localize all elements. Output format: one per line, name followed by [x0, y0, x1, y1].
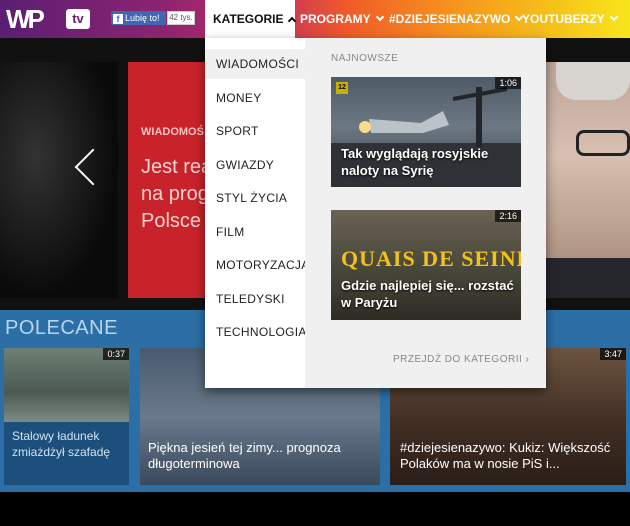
video-caption: Gdzie najlepiej się... rozstać w Paryżu [341, 277, 514, 311]
top-navigation-bar: WP tv f Lubię to! 42 tys. KATEGORIE PROGR… [0, 0, 630, 38]
page-bottom-bar [0, 492, 630, 526]
logo-wp-text: WP [6, 4, 45, 34]
facebook-like-label: Lubię to! [125, 13, 160, 23]
latest-heading: NAJNOWSZE [331, 53, 399, 64]
category-item-sport[interactable]: SPORT [205, 116, 305, 146]
logo-tv-text: tv [66, 9, 90, 29]
nav-dziejesienazywo[interactable]: #DZIEJESIENAZYWO [389, 0, 524, 38]
video-caption: Tak wyglądają rosyjskie naloty na Syrię [341, 145, 488, 179]
category-item-money[interactable]: MONEY [205, 83, 305, 113]
portrait-glasses [576, 130, 630, 156]
video-caption-line: w Paryżu [341, 295, 398, 310]
video-caption-line: Polaków ma w nosie PiS i... [400, 456, 560, 471]
nav-dziejesienazywo-label: #DZIEJESIENAZYWO [389, 12, 511, 26]
category-item-gwiazdy[interactable]: GWIAZDY [205, 150, 305, 180]
recommended-video-card[interactable]: 0:37 Stalowy ładunek zmiażdżył szafadę [4, 348, 129, 485]
category-list: WIADOMOŚCI MONEY SPORT GWIAZDY STYL ŻYCI… [205, 38, 309, 388]
hero-category-tag: WIADOMOŚ [141, 126, 204, 138]
video-caption-line: naloty na Syrię [341, 163, 434, 178]
video-duration: 0:37 [103, 348, 129, 360]
video-caption-line: Tak wyglądają rosyjskie [341, 146, 489, 161]
video-caption: Piękna jesień tej zimy... prognoza długo… [148, 440, 341, 472]
polecane-title: POLECANE [5, 317, 118, 339]
wp-tv-logo[interactable]: WP tv [6, 4, 90, 34]
facebook-like-count: 42 tys. [167, 11, 195, 25]
video-duration: 3:47 [600, 348, 626, 360]
video-caption: Stalowy ładunek zmiażdżył szafadę [12, 428, 110, 460]
latest-video-card[interactable]: 12 1:06 Tak wyglądają rosyjskie naloty n… [331, 77, 521, 187]
video-duration: 2:16 [495, 210, 521, 222]
facebook-like-button[interactable]: f Lubię to! [111, 11, 166, 25]
hero-slide-left-image[interactable] [0, 62, 118, 298]
hero-slide-right-image[interactable] [546, 62, 630, 298]
category-item-film[interactable]: FILM [205, 217, 305, 247]
facebook-icon: f [113, 14, 123, 24]
nav-programy-label: PROGRAMY [300, 12, 371, 26]
category-item-motoryzacja[interactable]: MOTORYZACJA [205, 250, 309, 280]
hero-slide-main[interactable]: WIADOMOŚ Jest rea na prog Polsce [128, 62, 212, 298]
video-overlay-title: QUAIS DE SEINE [341, 246, 521, 271]
video-caption-line: #dziejesienazywo: Kukiz: Większość [400, 440, 611, 455]
latest-video-card[interactable]: QUAIS DE SEINE 2:16 Gdzie najlepiej się.… [331, 210, 521, 320]
video-caption-line: Stalowy ładunek [12, 429, 100, 443]
nav-youtuberzy[interactable]: YOUTUBERZY [522, 0, 618, 38]
nav-youtuberzy-label: YOUTUBERZY [522, 12, 605, 26]
chevron-down-icon [609, 12, 618, 22]
nav-programy[interactable]: PROGRAMY [300, 0, 384, 38]
video-caption: #dziejesienazywo: Kukiz: Większość Polak… [400, 440, 610, 472]
video-caption-line: długoterminowa [148, 456, 240, 471]
kategorie-dropdown-menu: WIADOMOŚCI MONEY SPORT GWIAZDY STYL ŻYCI… [205, 38, 546, 388]
chevron-down-icon [375, 12, 384, 22]
video-duration: 1:06 [495, 77, 521, 89]
category-item-teledyski[interactable]: TELEDYSKI [205, 284, 305, 314]
nav-kategorie[interactable]: KATEGORIE [205, 0, 297, 38]
video-caption-line: zmiażdżył szafadę [12, 445, 111, 459]
latest-videos-panel: NAJNOWSZE 12 1:06 Tak wyglądają rosyjski… [305, 38, 546, 388]
category-item-styl-zycia[interactable]: STYL ŻYCIA [205, 183, 305, 213]
chevron-up-icon [288, 16, 297, 26]
portrait-hair [556, 62, 630, 100]
age-rating-badge: 12 [336, 82, 348, 94]
video-caption-line: Gdzie najlepiej się... rozstać [341, 278, 514, 293]
portrait-suit [546, 258, 630, 298]
nav-kategorie-label: KATEGORIE [213, 12, 284, 26]
category-item-wiadomosci[interactable]: WIADOMOŚCI [205, 49, 305, 79]
goto-category-link[interactable]: PRZEJDŹ DO KATEGORII › [393, 354, 529, 365]
video-caption-line: Piękna jesień tej zimy... prognoza [148, 440, 341, 455]
category-item-technologia[interactable]: TECHNOLOGIA [205, 317, 306, 347]
